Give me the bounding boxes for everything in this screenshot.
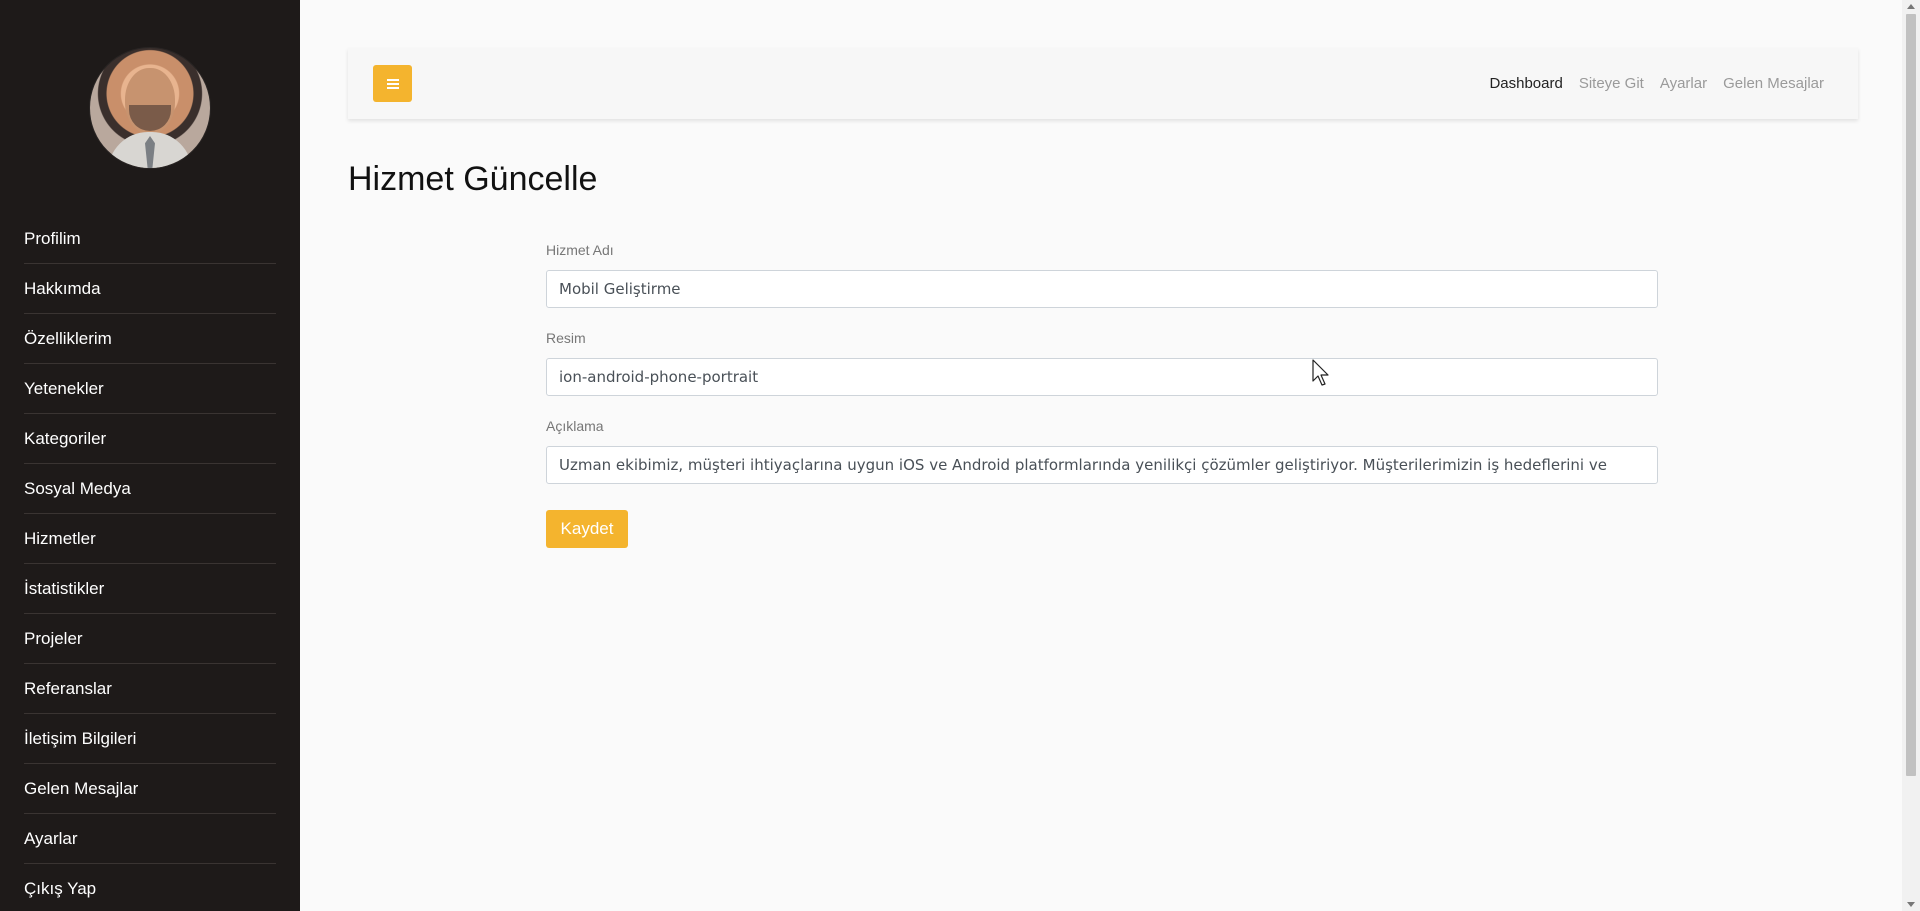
sidebar-item-sosyal-medya[interactable]: Sosyal Medya	[24, 464, 276, 514]
nav-link-ayarlar[interactable]: Ayarlar	[1660, 75, 1707, 92]
sidebar-item-cikis-yap[interactable]: Çıkış Yap	[24, 864, 276, 911]
image-input[interactable]	[546, 358, 1658, 396]
sidebar-item-ozelliklerim[interactable]: Özelliklerim	[24, 314, 276, 364]
scrollbar-thumb[interactable]	[1906, 14, 1916, 776]
sidebar-item-gelen-mesajlar[interactable]: Gelen Mesajlar	[24, 764, 276, 814]
nav-link-gelen-mesajlar[interactable]: Gelen Mesajlar	[1723, 75, 1824, 92]
description-input[interactable]	[546, 446, 1658, 484]
hamburger-menu-icon	[386, 78, 399, 89]
sidebar-toggle-button[interactable]	[373, 65, 412, 102]
description-field-group: Açıklama	[546, 418, 1658, 484]
top-navbar: Dashboard Siteye Git Ayarlar Gelen Mesaj…	[348, 48, 1858, 119]
service-update-form: Hizmet Adı Resim Açıklama Kaydet	[546, 242, 1658, 548]
main-content: Dashboard Siteye Git Ayarlar Gelen Mesaj…	[300, 0, 1902, 911]
sidebar-item-profilim[interactable]: Profilim	[24, 214, 276, 264]
service-name-input[interactable]	[546, 270, 1658, 308]
sidebar-item-iletisim-bilgileri[interactable]: İletişim Bilgileri	[24, 714, 276, 764]
image-label: Resim	[546, 330, 586, 346]
sidebar-item-istatistikler[interactable]: İstatistikler	[24, 564, 276, 614]
sidebar-item-projeler[interactable]: Projeler	[24, 614, 276, 664]
sidebar: Profilim Hakkımda Özelliklerim Yetenekle…	[0, 0, 300, 911]
mouse-cursor-icon	[1312, 359, 1329, 386]
sidebar-item-hakkimda[interactable]: Hakkımda	[24, 264, 276, 314]
scroll-down-arrow-icon[interactable]	[1907, 902, 1915, 907]
service-name-field-group: Hizmet Adı	[546, 242, 1658, 308]
nav-link-siteye-git[interactable]: Siteye Git	[1579, 75, 1644, 92]
sidebar-item-kategoriler[interactable]: Kategoriler	[24, 414, 276, 464]
page-title: Hizmet Güncelle	[348, 160, 598, 198]
description-label: Açıklama	[546, 418, 604, 434]
image-field-group: Resim	[546, 330, 1658, 396]
sidebar-item-yetenekler[interactable]: Yetenekler	[24, 364, 276, 414]
page-scrollbar[interactable]	[1902, 0, 1920, 911]
sidebar-menu: Profilim Hakkımda Özelliklerim Yetenekle…	[24, 214, 276, 911]
scroll-up-arrow-icon[interactable]	[1907, 4, 1915, 9]
top-nav-links: Dashboard Siteye Git Ayarlar Gelen Mesaj…	[1489, 48, 1824, 119]
sidebar-item-hizmetler[interactable]: Hizmetler	[24, 514, 276, 564]
avatar	[90, 48, 210, 168]
nav-link-dashboard[interactable]: Dashboard	[1489, 75, 1562, 92]
save-button[interactable]: Kaydet	[546, 510, 628, 548]
sidebar-item-referanslar[interactable]: Referanslar	[24, 664, 276, 714]
sidebar-item-ayarlar[interactable]: Ayarlar	[24, 814, 276, 864]
service-name-label: Hizmet Adı	[546, 242, 614, 258]
